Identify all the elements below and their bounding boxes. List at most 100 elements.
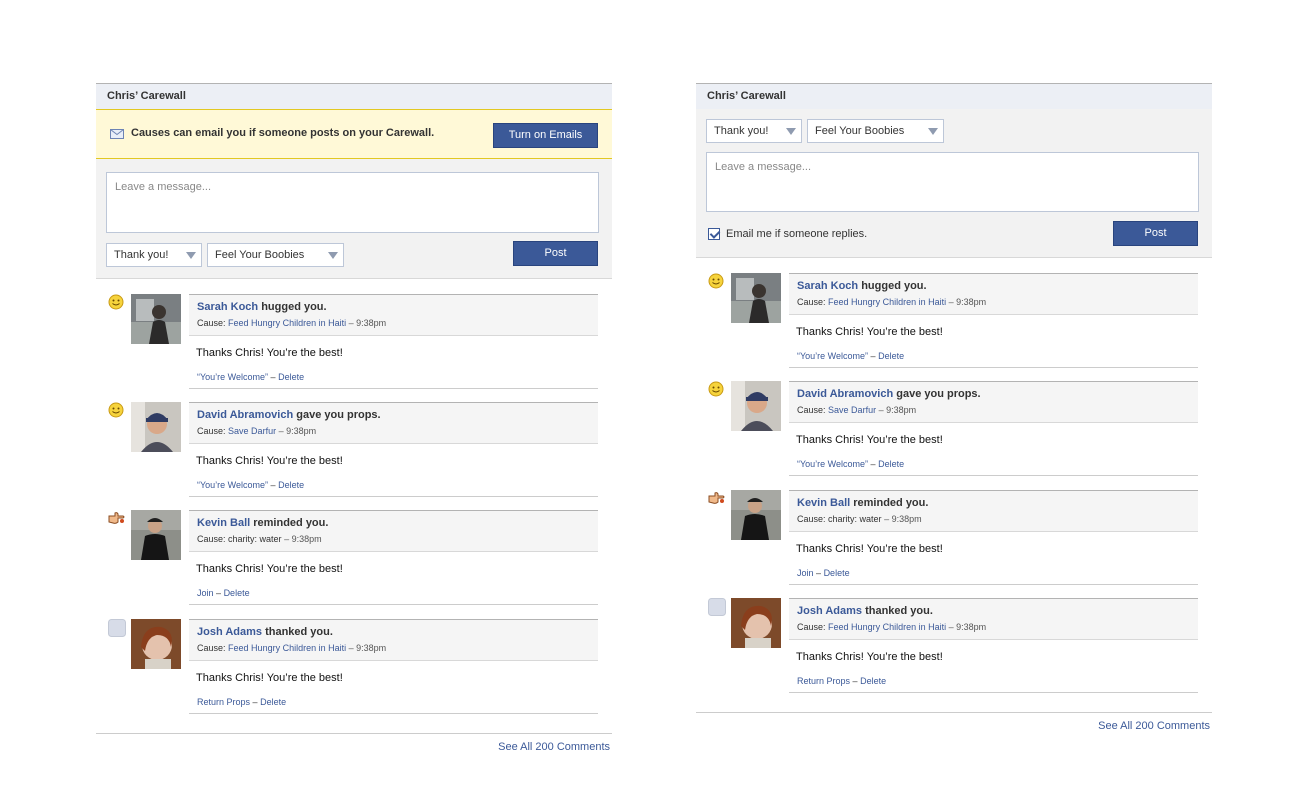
cause-line: Cause: Feed Hungry Children in Haiti – 9…: [197, 318, 386, 328]
message-input[interactable]: Leave a message...: [706, 152, 1199, 212]
sender-name-link[interactable]: Kevin Ball: [797, 497, 850, 509]
post-button[interactable]: Post: [1113, 221, 1198, 246]
cause-link[interactable]: Feed Hungry Children in Haiti: [828, 622, 946, 632]
sender-name-link[interactable]: Josh Adams: [197, 626, 262, 638]
cause-link[interactable]: Save Darfur: [828, 405, 876, 415]
list-item: Josh Adams thanked you. Cause: Feed Hung…: [96, 619, 612, 714]
reply-link[interactable]: Return Props: [797, 676, 850, 686]
reply-link[interactable]: “You’re Welcome”: [797, 459, 868, 469]
delete-link[interactable]: Delete: [260, 697, 286, 707]
message-input[interactable]: Leave a message...: [106, 172, 599, 233]
cause-label: Cause:: [797, 405, 826, 415]
cause-select[interactable]: Feel Your Boobies: [207, 243, 344, 267]
delete-link[interactable]: Delete: [224, 588, 250, 598]
email-replies-label: Email me if someone replies.: [726, 228, 868, 240]
post-button[interactable]: Post: [513, 241, 598, 266]
post-box: Kevin Ball reminded you. Cause: charity:…: [189, 510, 598, 605]
notice-text: Causes can email you if someone posts on…: [131, 127, 435, 139]
chevron-down-icon: [928, 128, 938, 135]
gesture-select[interactable]: Thank you!: [106, 243, 202, 267]
blank-square-icon: [108, 619, 126, 637]
cause-select-value: Feel Your Boobies: [215, 249, 305, 261]
see-all-comments-link[interactable]: See All 200 Comments: [498, 741, 610, 753]
cause-link[interactable]: Feed Hungry Children in Haiti: [228, 318, 346, 328]
delete-link[interactable]: Delete: [824, 568, 850, 578]
composer: Thank you! Feel Your Boobies Leave a mes…: [696, 109, 1212, 258]
email-replies-checkbox[interactable]: [708, 228, 720, 240]
delete-link[interactable]: Delete: [278, 480, 304, 490]
reply-link[interactable]: “You’re Welcome”: [797, 351, 868, 361]
post-header: Kevin Ball reminded you. Cause: charity:…: [189, 510, 598, 552]
post-actions: “You’re Welcome” – Delete: [189, 364, 598, 389]
sender-name-link[interactable]: Sarah Koch: [797, 280, 858, 292]
post-message: Thanks Chris! You’re the best!: [196, 455, 343, 467]
avatar[interactable]: [731, 381, 781, 431]
see-all-comments-link[interactable]: See All 200 Comments: [1098, 720, 1210, 732]
post-headline: Josh Adams thanked you.: [797, 605, 933, 617]
sender-name-link[interactable]: David Abramovich: [797, 388, 893, 400]
post-action-text: thanked you.: [865, 605, 933, 617]
avatar[interactable]: [731, 598, 781, 648]
reply-link[interactable]: Join: [797, 568, 814, 578]
sender-name-link[interactable]: Kevin Ball: [197, 517, 250, 529]
cause-link[interactable]: Feed Hungry Children in Haiti: [828, 297, 946, 307]
separator: –: [216, 588, 222, 598]
list-item: Sarah Koch hugged you. Cause: Feed Hungr…: [696, 273, 1212, 368]
sender-name-link[interactable]: Sarah Koch: [197, 301, 258, 313]
cause-line: Cause: Save Darfur – 9:38pm: [197, 426, 316, 436]
post-box: Sarah Koch hugged you. Cause: Feed Hungr…: [189, 294, 598, 389]
cause-label: Cause:: [797, 297, 826, 307]
timestamp: – 9:38pm: [884, 514, 922, 524]
post-header: Josh Adams thanked you. Cause: Feed Hung…: [189, 619, 598, 661]
cause-link[interactable]: Feed Hungry Children in Haiti: [228, 643, 346, 653]
avatar[interactable]: [131, 510, 181, 560]
post-header: David Abramovich gave you props. Cause: …: [789, 381, 1198, 423]
smile-icon: [108, 294, 124, 310]
avatar[interactable]: [131, 402, 181, 452]
gesture-select[interactable]: Thank you!: [706, 119, 802, 143]
post-box: Kevin Ball reminded you. Cause: charity:…: [789, 490, 1198, 585]
avatar[interactable]: [131, 619, 181, 669]
list-item: Kevin Ball reminded you. Cause: charity:…: [96, 510, 612, 605]
pointing-hand-icon: [708, 490, 725, 506]
delete-link[interactable]: Delete: [878, 459, 904, 469]
avatar[interactable]: [731, 490, 781, 540]
post-box: Sarah Koch hugged you. Cause: Feed Hungr…: [789, 273, 1198, 368]
separator: –: [852, 676, 858, 686]
panel-title: Chris’ Carewall: [696, 83, 1212, 109]
post-header: Sarah Koch hugged you. Cause: Feed Hungr…: [189, 294, 598, 336]
post-headline: David Abramovich gave you props.: [797, 388, 981, 400]
reply-link[interactable]: “You’re Welcome”: [197, 372, 268, 382]
post-message: Thanks Chris! You’re the best!: [796, 326, 943, 338]
cause-line: Cause: Feed Hungry Children in Haiti – 9…: [797, 622, 986, 632]
timestamp: – 9:38pm: [278, 426, 317, 436]
delete-link[interactable]: Delete: [878, 351, 904, 361]
delete-link[interactable]: Delete: [860, 676, 886, 686]
avatar[interactable]: [731, 273, 781, 323]
post-headline: Josh Adams thanked you.: [197, 626, 333, 638]
list-item: Sarah Koch hugged you. Cause: Feed Hungr…: [96, 294, 612, 389]
cause-select[interactable]: Feel Your Boobies: [807, 119, 944, 143]
delete-link[interactable]: Delete: [278, 372, 304, 382]
post-action-text: gave you props.: [296, 409, 381, 421]
reply-link[interactable]: Return Props: [197, 697, 250, 707]
separator: –: [870, 459, 876, 469]
sender-name-link[interactable]: Josh Adams: [797, 605, 862, 617]
post-message: Thanks Chris! You’re the best!: [796, 651, 943, 663]
smile-icon: [108, 402, 124, 418]
post-header: Kevin Ball reminded you. Cause: charity:…: [789, 490, 1198, 532]
reply-link[interactable]: “You’re Welcome”: [197, 480, 268, 490]
divider: [96, 733, 612, 734]
post-action-text: gave you props.: [896, 388, 981, 400]
post-message: Thanks Chris! You’re the best!: [196, 672, 343, 684]
turn-on-emails-button[interactable]: Turn on Emails: [493, 123, 598, 148]
avatar[interactable]: [131, 294, 181, 344]
post-headline: Kevin Ball reminded you.: [197, 517, 328, 529]
cause-link[interactable]: Save Darfur: [228, 426, 276, 436]
composer: Leave a message... Thank you! Feel Your …: [96, 159, 612, 279]
reply-link[interactable]: Join: [197, 588, 214, 598]
sender-name-link[interactable]: David Abramovich: [197, 409, 293, 421]
timestamp: – 9:38pm: [948, 297, 987, 307]
smile-icon: [708, 381, 724, 397]
post-box: Josh Adams thanked you. Cause: Feed Hung…: [789, 598, 1198, 693]
